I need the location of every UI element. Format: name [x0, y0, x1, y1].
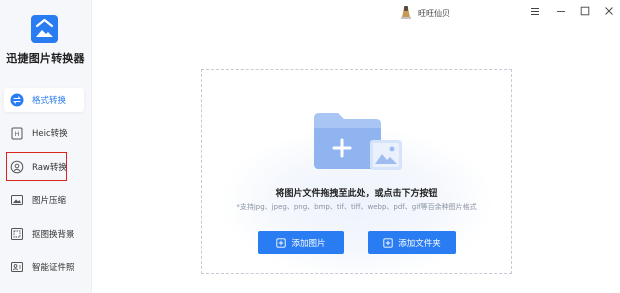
supported-formats-text: *支持jpg、jpeg、png、bmp、tif、tiff、webp、pdf、gi…	[236, 203, 477, 211]
user-account[interactable]: 旺旺仙贝	[399, 3, 450, 23]
add-folder-icon	[383, 237, 393, 248]
avatar	[399, 3, 413, 23]
minimize-icon[interactable]	[554, 4, 568, 18]
sidebar-item-label: Raw转换	[32, 163, 67, 173]
sidebar-item-compress[interactable]: 图片压缩	[4, 188, 84, 212]
sidebar-item-raw[interactable]: Raw转换	[4, 155, 84, 179]
file-drop-zone[interactable]: 将图片文件拖拽至此处，或点击下方按钮 *支持jpg、jpeg、png、bmp、t…	[201, 69, 512, 274]
app-logo-icon	[31, 15, 58, 43]
sidebar-item-label: Heic转换	[32, 129, 68, 139]
close-icon[interactable]	[602, 4, 616, 18]
add-image-label: 添加图片	[291, 238, 326, 249]
folder-image-icon	[310, 110, 406, 180]
sidebar-item-format-convert[interactable]: 格式转换	[4, 88, 84, 112]
cutout-icon	[10, 227, 24, 241]
sidebar-item-label: 格式转换	[32, 96, 67, 106]
add-folder-button[interactable]: 添加文件夹	[368, 231, 456, 254]
compress-icon	[10, 193, 24, 207]
sidebar-item-label: 抠图换背景	[32, 230, 75, 240]
app-name: 迅捷图片转换器	[6, 52, 85, 65]
sidebar: 迅捷图片转换器 格式转换 H Heic转换 Raw转换 图片压缩 抠图换背景 智…	[0, 0, 92, 293]
titlebar: 旺旺仙贝	[91, 0, 620, 24]
raw-icon	[10, 160, 24, 174]
sidebar-item-label: 图片压缩	[32, 196, 67, 206]
id-photo-icon	[10, 260, 24, 274]
sidebar-item-cutout[interactable]: 抠图换背景	[4, 222, 84, 246]
heic-icon: H	[10, 126, 24, 140]
format-convert-icon	[10, 93, 24, 107]
sidebar-item-id-photo[interactable]: 智能证件照	[4, 255, 84, 279]
sidebar-item-label: 智能证件照	[32, 263, 75, 273]
username: 旺旺仙贝	[418, 8, 450, 18]
add-folder-label: 添加文件夹	[398, 238, 441, 249]
add-image-button[interactable]: 添加图片	[258, 231, 344, 254]
menu-icon[interactable]	[528, 4, 542, 18]
drop-instruction-text: 将图片文件拖拽至此处，或点击下方按钮	[275, 189, 438, 199]
sidebar-item-heic[interactable]: H Heic转换	[4, 121, 84, 145]
svg-text:H: H	[15, 131, 20, 138]
maximize-icon[interactable]	[578, 4, 592, 18]
add-image-icon	[276, 237, 287, 248]
